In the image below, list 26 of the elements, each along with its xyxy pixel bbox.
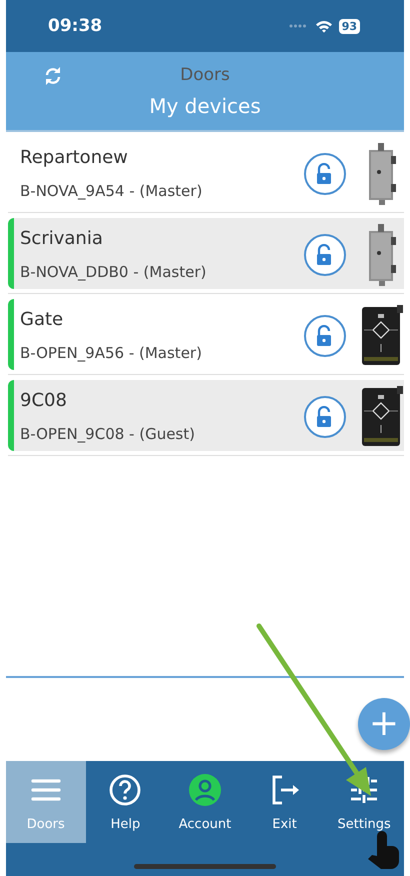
status-time: 09:38 <box>48 16 104 36</box>
device-name: Scrivania <box>20 228 104 249</box>
device-name: Repartonew <box>20 147 129 168</box>
help-icon <box>108 772 142 806</box>
unlock-button[interactable] <box>304 152 346 194</box>
section-title: My devices <box>149 94 261 118</box>
device-id: B-NOVA_9A54 - (Master) <box>20 182 204 200</box>
controller-device-drawing <box>361 384 403 448</box>
signal-icon <box>288 24 307 28</box>
device-id: B-NOVA_DDB0 - (Master) <box>20 263 208 281</box>
hand-pointer-icon <box>368 831 399 869</box>
lock-device-drawing <box>367 142 397 206</box>
device-id: B-OPEN_9A56 - (Master) <box>20 344 203 362</box>
device-name: 9C08 <box>20 390 68 411</box>
nav-tab[interactable]: Help <box>86 761 166 843</box>
unlock-button[interactable] <box>304 314 346 356</box>
screen-title: Doors <box>180 65 230 85</box>
nav-tab[interactable]: Exit <box>244 761 324 843</box>
account-icon <box>188 772 222 806</box>
device-name: Gate <box>20 309 64 330</box>
lock-device-drawing <box>367 222 397 286</box>
device-id: B-OPEN_9C08 - (Guest) <box>20 425 196 443</box>
nav-tab[interactable]: Account <box>165 761 245 843</box>
controller-device-drawing <box>361 304 403 368</box>
wifi-icon <box>314 20 333 32</box>
battery-level: 93 <box>338 18 360 34</box>
